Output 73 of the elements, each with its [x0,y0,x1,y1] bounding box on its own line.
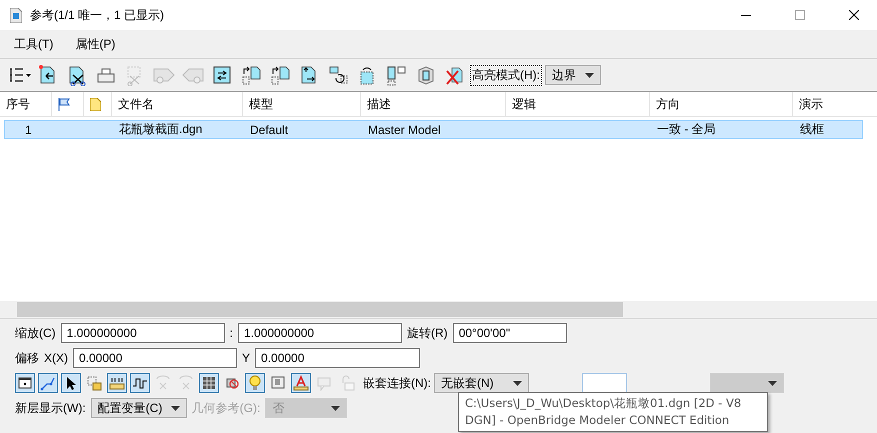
toggle-button[interactable] [38,373,58,393]
comment-icon [316,375,332,391]
toggle-button[interactable] [245,373,265,393]
ruler-icon [109,375,125,391]
toggle-button[interactable] [15,373,35,393]
highlight-mode-dropdown[interactable]: 边界 [545,65,601,85]
column-header[interactable]: 演示 [793,92,877,116]
close-icon [849,10,859,20]
toggle-button[interactable] [291,373,311,393]
document-icon [10,8,22,22]
dropdown-caret-icon [768,380,777,386]
tooltip-line: DGN] - OpenBridge Modeler CONNECT Edition [465,412,730,429]
table-row[interactable]: 1 花瓶墩截面.dgn Default Master Model 一致 - 全局 线框 [4,120,863,139]
offset-label: 偏移 [15,350,39,366]
dropdown-caret-icon [331,406,340,410]
window-title: 参考(1/1 唯一，1 已显示) [30,6,166,24]
table-cell-text: 花瓶墩截面.dgn [118,121,204,138]
rotate-file-icon [327,64,349,86]
column-header[interactable]: 逻辑 [506,92,650,116]
menu-item[interactable]: 工具(T) [10,34,58,54]
dropdown-caret-icon [513,380,522,386]
grid-icon [201,375,217,391]
toggle-button[interactable] [130,373,150,393]
column-header[interactable]: 描述 [361,92,506,116]
nesting-dropdown[interactable]: 无嵌套(N) [434,373,529,393]
tooltip-line: C:\Users\J_D_Wu\Desktop\花瓶墩01.dgn [2D - V8 [465,395,742,412]
shift-file-icon [269,64,291,86]
highlight-mode-label: 高亮模式(H): [470,64,542,86]
offset-y-field[interactable]: 0.00000 [255,348,420,368]
dropdown-caret-icon [585,72,594,78]
offset-y-label: Y [242,351,250,365]
rotation-field[interactable]: 00°00'00" [452,323,567,343]
text-style-icon [293,375,309,391]
maximize-icon [795,10,805,20]
dropdown-caret-icon [170,406,180,410]
table-cell-text: 一致 - 全局 [656,121,717,138]
rotation-label: 旋转(R) [407,324,448,342]
window-icon [17,375,33,391]
offset-x-label: X(X) [44,351,68,365]
table-cell-text: Master Model [367,122,442,136]
flag-icon [58,98,70,110]
reload-file-icon [211,64,233,86]
monitor-icon [270,375,286,391]
ratio-separator: : [230,326,234,340]
nesting-label: 嵌套连接(N): [363,374,431,392]
horizontal-scrollbar[interactable] [0,301,877,318]
scale-label: 缩放(C) [15,324,56,342]
column-header[interactable]: 方向 [650,92,793,116]
polyline-icon [40,375,56,391]
toggle-button[interactable] [107,373,127,393]
minimize-icon [741,14,751,16]
scale-x-field[interactable]: 1.000000000 [60,323,225,343]
overlay-dropdown[interactable] [710,373,784,393]
split-file-icon [385,64,407,86]
offset-x-field[interactable]: 0.00000 [73,348,237,368]
depth-field[interactable] [582,373,627,393]
new-level-label: 新层显示(W): [15,400,86,416]
column-header[interactable]: 序号 [0,92,52,116]
toggle-button[interactable] [199,373,219,393]
column-header[interactable]: 模型 [243,92,361,116]
table-cell-text: Default [249,122,290,136]
scrollbar-thumb[interactable] [17,302,623,317]
geometry-label: 几何参考(G): [192,400,260,416]
menu-item[interactable]: 属性(P) [71,34,120,54]
table-cell-text: 1 [24,122,33,136]
light-bulb-icon [247,375,263,391]
column-header[interactable]: 文件名 [112,92,243,116]
toggle-button[interactable] [61,373,81,393]
scale-y-field[interactable]: 1.000000000 [238,323,402,343]
shift-file-icon [240,64,262,86]
table-cell-text: 线框 [799,121,825,138]
document-icon [90,98,101,110]
new-level-dropdown[interactable]: 配置变量(C) [90,398,187,418]
